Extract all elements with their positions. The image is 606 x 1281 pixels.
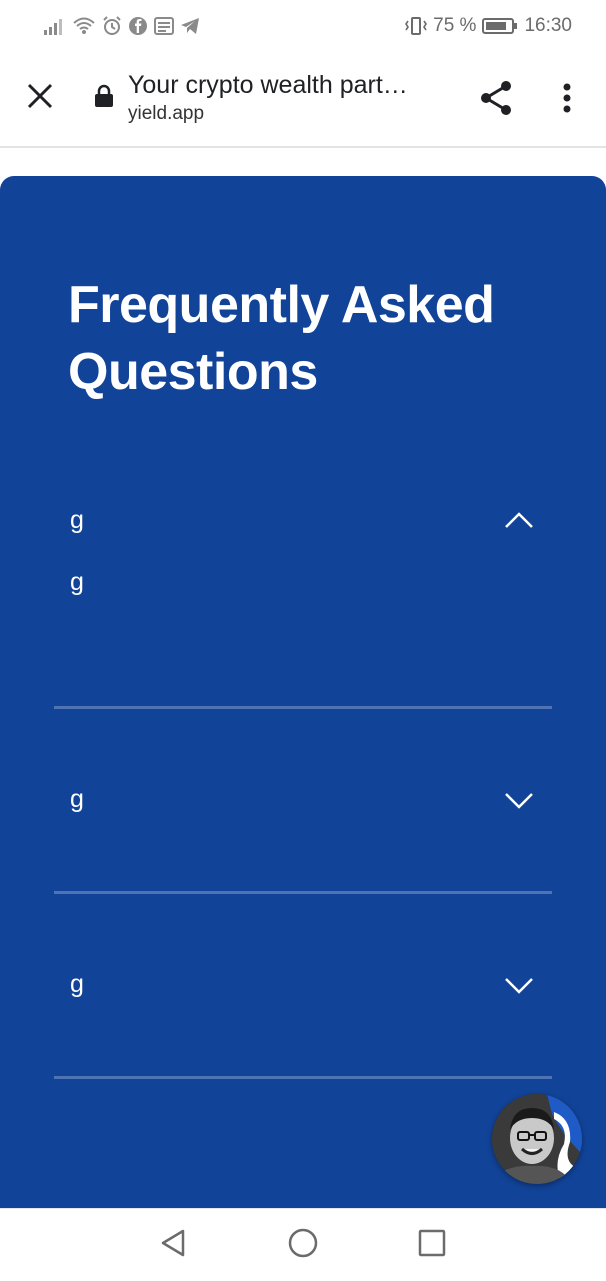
more-vert-icon — [563, 83, 571, 118]
avatar — [492, 1094, 582, 1184]
support-chat-avatar-button[interactable] — [492, 1094, 582, 1184]
wifi-icon — [72, 16, 96, 36]
faq-item: g g — [54, 478, 552, 709]
calendar-news-icon — [154, 17, 174, 35]
faq-heading: Frequently Asked Questions — [68, 276, 495, 401]
url-block[interactable]: Your crypto wealth part… yield.app — [128, 68, 448, 126]
faq-question-toggle[interactable]: g — [54, 709, 552, 813]
facebook-icon — [128, 16, 148, 36]
status-icons-right: 75 % 16:30 — [405, 14, 572, 38]
recents-square-icon — [418, 1229, 446, 1262]
faq-question: g — [70, 506, 84, 534]
share-icon — [479, 80, 513, 121]
page-domain: yield.app — [128, 103, 205, 124]
faq-item: g — [54, 894, 552, 1079]
close-button[interactable] — [22, 80, 58, 116]
share-button[interactable] — [476, 80, 516, 120]
back-button[interactable] — [155, 1227, 191, 1263]
lock-icon — [94, 84, 114, 113]
chevron-up-icon — [504, 510, 534, 530]
recents-button[interactable] — [414, 1227, 450, 1263]
signal-icon — [44, 17, 66, 35]
faq-question: g — [70, 785, 84, 813]
status-bar: 75 % 16:30 — [0, 0, 606, 50]
battery-icon — [482, 17, 518, 35]
back-triangle-icon — [159, 1228, 187, 1263]
alarm-icon — [102, 16, 122, 36]
clock-time: 16:30 — [524, 15, 572, 36]
page-title: Your crypto wealth part… — [128, 71, 408, 99]
faq-list: g g g g — [54, 476, 552, 1079]
chevron-down-icon — [504, 976, 534, 996]
faq-section: Frequently Asked Questions g g g g — [0, 176, 606, 1216]
battery-percent: 75 % — [433, 15, 477, 36]
close-icon — [27, 83, 53, 114]
home-button[interactable] — [285, 1227, 321, 1263]
faq-question-toggle[interactable]: g — [54, 894, 552, 998]
vibrate-icon — [405, 16, 428, 36]
system-navigation-bar — [0, 1208, 606, 1281]
status-icons-left — [44, 14, 200, 38]
home-circle-icon — [288, 1228, 318, 1263]
telegram-icon — [180, 17, 200, 35]
chevron-down-icon — [504, 791, 534, 811]
faq-answer: g — [54, 568, 552, 664]
faq-question: g — [70, 970, 84, 998]
custom-tab-toolbar: Your crypto wealth part… yield.app — [0, 50, 606, 148]
more-options-button[interactable] — [554, 80, 580, 120]
faq-item: g — [54, 709, 552, 894]
faq-question-toggle[interactable]: g — [54, 478, 552, 568]
faq-answer-text: g — [70, 568, 84, 596]
